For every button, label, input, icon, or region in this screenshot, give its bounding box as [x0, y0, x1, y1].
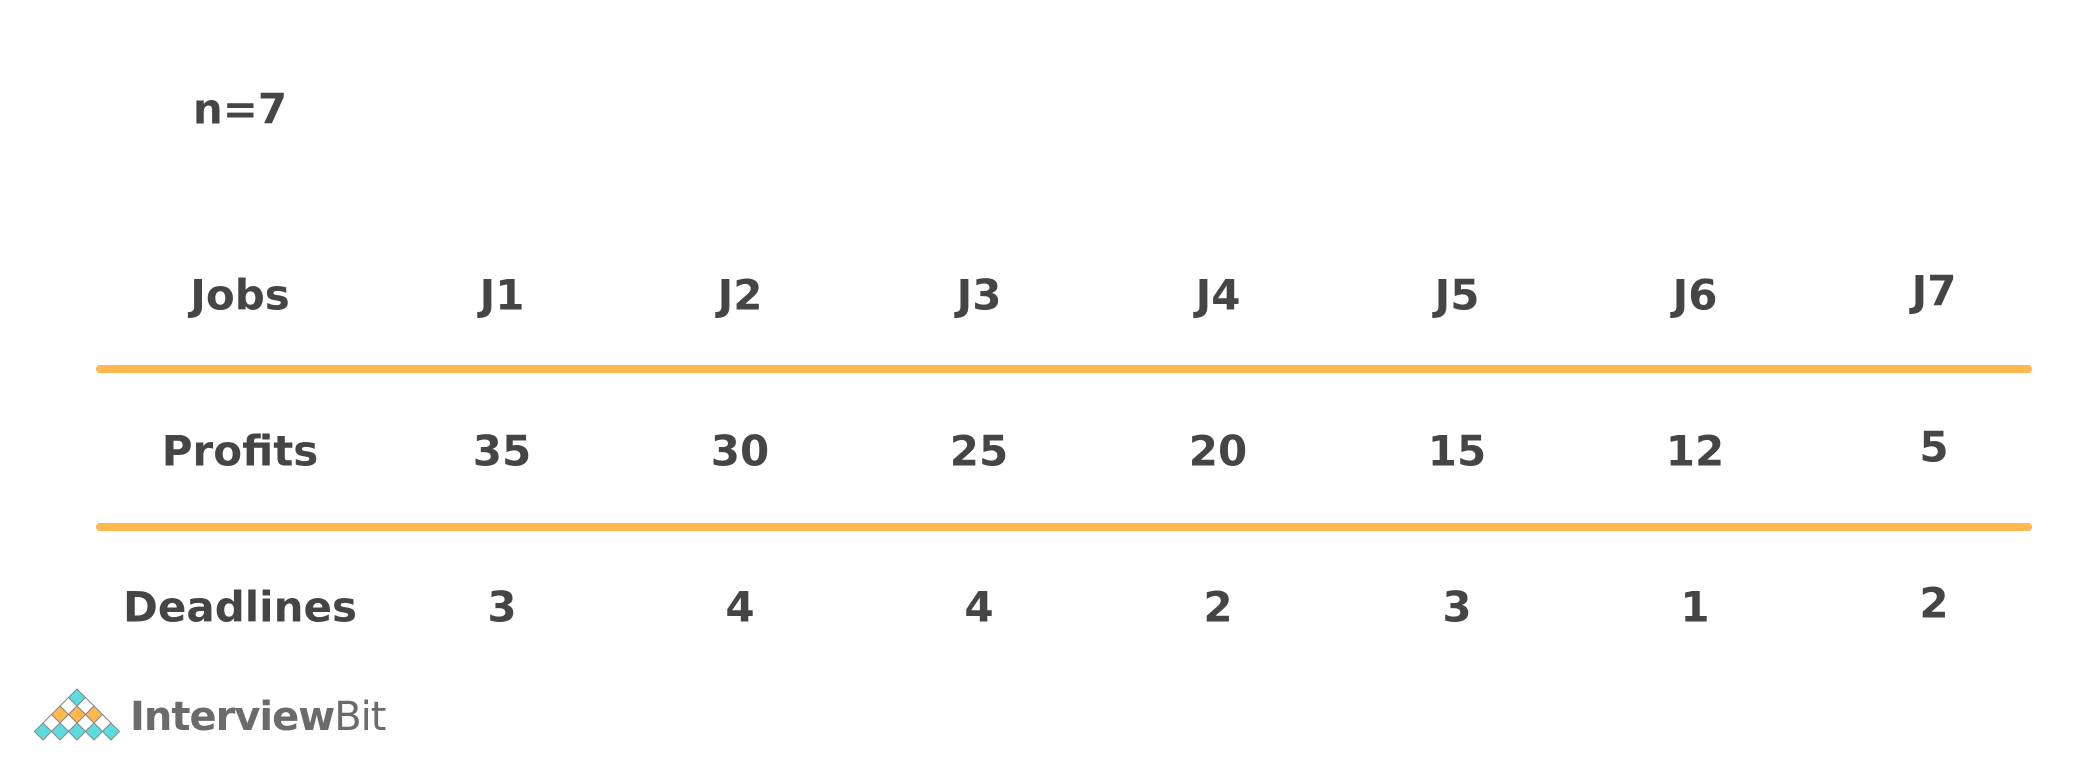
row-header-deadlines: Deadlines — [123, 582, 357, 632]
interviewbit-logo-text: InterviewBit — [130, 694, 386, 740]
row-header-profits: Profits — [161, 426, 319, 476]
row-header-jobs: Jobs — [190, 270, 290, 320]
jobs-cell: J4 — [1195, 270, 1241, 320]
profits-cell: 20 — [1188, 426, 1248, 476]
logo-text-bold: Interview — [130, 694, 335, 740]
jobs-cell: J6 — [1672, 270, 1718, 320]
profits-cell: 35 — [472, 426, 532, 476]
divider-bottom — [96, 523, 2032, 531]
deadlines-cell: 2 — [1919, 578, 1949, 628]
deadlines-cell: 2 — [1203, 582, 1233, 632]
deadlines-cell: 3 — [1442, 582, 1472, 632]
profits-cell: 12 — [1665, 426, 1725, 476]
deadlines-cell: 4 — [725, 582, 755, 632]
n-label: n=7 — [192, 84, 288, 134]
logo-text-light: Bit — [334, 694, 386, 740]
jobs-cell: J1 — [479, 270, 525, 320]
deadlines-cell: 4 — [964, 582, 994, 632]
jobs-cell: J7 — [1911, 266, 1957, 316]
jobs-cell: J3 — [956, 270, 1002, 320]
jobs-cell: J2 — [717, 270, 763, 320]
profits-cell: 5 — [1919, 422, 1949, 472]
interviewbit-logo-icon — [33, 688, 121, 741]
divider-top — [96, 365, 2032, 373]
deadlines-cell: 1 — [1680, 582, 1710, 632]
jobs-cell: J5 — [1434, 270, 1480, 320]
profits-cell: 30 — [710, 426, 770, 476]
profits-cell: 15 — [1427, 426, 1487, 476]
deadlines-cell: 3 — [487, 582, 517, 632]
profits-cell: 25 — [949, 426, 1009, 476]
